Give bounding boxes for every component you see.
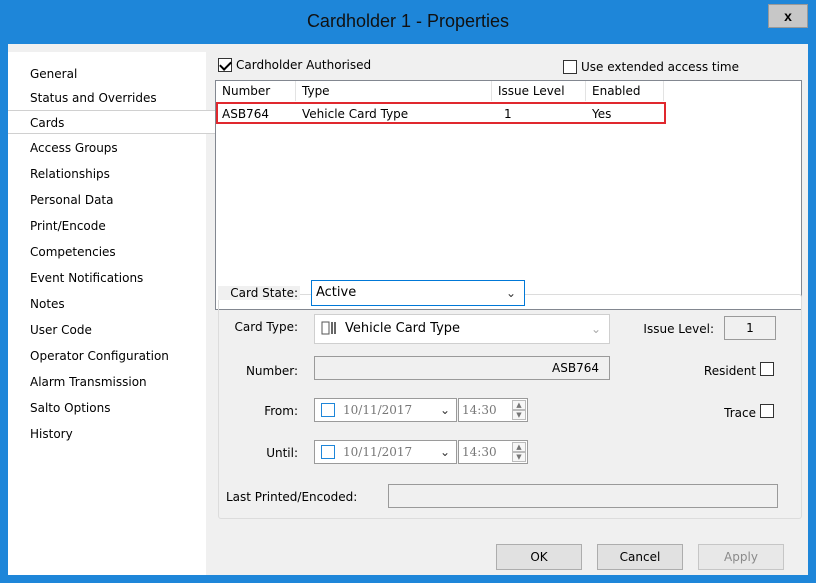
card-type-value: Vehicle Card Type bbox=[345, 321, 461, 336]
until-enable-checkbox[interactable] bbox=[321, 445, 335, 459]
from-enable-checkbox[interactable] bbox=[321, 403, 335, 417]
until-time-spinner[interactable]: 14:30 ▲ ▼ bbox=[458, 440, 528, 464]
issue-level-label: Issue Level: bbox=[643, 322, 714, 336]
sidebar-item-event-notifications[interactable]: Event Notifications bbox=[8, 266, 206, 290]
spin-up-icon[interactable]: ▲ bbox=[512, 442, 526, 452]
until-time-value: 14:30 bbox=[462, 445, 497, 459]
last-printed-field bbox=[388, 484, 778, 508]
extended-access-checkbox[interactable] bbox=[563, 60, 577, 74]
until-label: Until: bbox=[266, 446, 298, 460]
cell-enabled: Yes bbox=[592, 107, 612, 121]
cell-number: ASB764 bbox=[222, 107, 269, 121]
spin-up-icon[interactable]: ▲ bbox=[512, 400, 526, 410]
sidebar-item-print-encode[interactable]: Print/Encode bbox=[8, 214, 206, 238]
dialog-client-area: General Status and Overrides Cards Acces… bbox=[8, 44, 808, 575]
from-date-picker[interactable]: 10/11/2017 ⌄ bbox=[314, 398, 457, 422]
sidebar-item-competencies[interactable]: Competencies bbox=[8, 240, 206, 264]
close-button[interactable]: x bbox=[768, 4, 808, 28]
card-type-label: Card Type: bbox=[234, 320, 299, 334]
from-date-value: 10/11/2017 bbox=[343, 403, 413, 417]
card-state-value: Active bbox=[316, 285, 357, 300]
sidebar-nav: General Status and Overrides Cards Acces… bbox=[8, 52, 218, 575]
resident-checkbox[interactable] bbox=[760, 362, 774, 376]
until-date-picker[interactable]: 10/11/2017 ⌄ bbox=[314, 440, 457, 464]
sidebar-item-history[interactable]: History bbox=[8, 422, 206, 446]
cardholder-authorised-label: Cardholder Authorised bbox=[236, 58, 372, 72]
column-header-issue-level[interactable]: Issue Level bbox=[492, 81, 586, 101]
from-time-value: 14:30 bbox=[462, 403, 497, 417]
chevron-down-icon: ⌄ bbox=[439, 403, 450, 417]
sidebar-item-general[interactable]: General bbox=[8, 62, 206, 86]
card-state-dropdown[interactable]: Active ⌄ bbox=[311, 280, 525, 306]
number-label: Number: bbox=[245, 364, 298, 378]
sidebar-item-personal-data[interactable]: Personal Data bbox=[8, 188, 206, 212]
sidebar-item-alarm-transmission[interactable]: Alarm Transmission bbox=[8, 370, 206, 394]
sidebar-item-operator-configuration[interactable]: Operator Configuration bbox=[8, 344, 206, 368]
until-date-value: 10/11/2017 bbox=[343, 445, 413, 459]
table-row[interactable]: ASB764 Vehicle Card Type 1 Yes bbox=[216, 102, 666, 124]
from-time-spin-buttons[interactable]: ▲ ▼ bbox=[512, 400, 526, 420]
vehicle-card-icon bbox=[321, 321, 336, 335]
card-type-dropdown[interactable]: Vehicle Card Type ⌄ bbox=[314, 314, 610, 344]
until-time-spin-buttons[interactable]: ▲ ▼ bbox=[512, 442, 526, 462]
column-header-type[interactable]: Type bbox=[296, 81, 492, 101]
spin-down-icon[interactable]: ▼ bbox=[512, 410, 526, 420]
cardholder-authorised-checkbox[interactable] bbox=[218, 58, 232, 72]
from-time-spinner[interactable]: 14:30 ▲ ▼ bbox=[458, 398, 528, 422]
sidebar-item-notes[interactable]: Notes bbox=[8, 292, 206, 316]
window-title: Cardholder 1 - Properties bbox=[306, 11, 510, 31]
last-printed-label: Last Printed/Encoded: bbox=[226, 490, 358, 504]
ok-button[interactable]: OK bbox=[496, 544, 582, 570]
card-state-label: Card State: bbox=[218, 286, 300, 300]
chevron-down-icon: ⌄ bbox=[505, 286, 516, 300]
sidebar-item-user-code[interactable]: User Code bbox=[8, 318, 206, 342]
chevron-down-icon: ⌄ bbox=[590, 322, 601, 336]
from-label: From: bbox=[264, 404, 298, 418]
title-bar[interactable]: Cardholder 1 - Properties x bbox=[0, 0, 816, 44]
sidebar-item-cards[interactable]: Cards bbox=[8, 110, 218, 134]
cards-table[interactable]: Number Type Issue Level Enabled ASB764 V… bbox=[215, 80, 802, 310]
column-header-enabled[interactable]: Enabled bbox=[586, 81, 664, 101]
properties-window: Cardholder 1 - Properties x General Stat… bbox=[0, 0, 816, 583]
resident-label: Resident bbox=[703, 364, 756, 378]
cancel-button[interactable]: Cancel bbox=[597, 544, 683, 570]
chevron-down-icon: ⌄ bbox=[439, 445, 450, 459]
apply-button[interactable]: Apply bbox=[698, 544, 784, 570]
sidebar-item-salto-options[interactable]: Salto Options bbox=[8, 396, 206, 420]
trace-checkbox[interactable] bbox=[760, 404, 774, 418]
column-header-number[interactable]: Number bbox=[216, 81, 296, 101]
close-icon: x bbox=[784, 8, 792, 24]
cell-type: Vehicle Card Type bbox=[302, 107, 409, 121]
number-field: ASB764 bbox=[314, 356, 610, 380]
sidebar-item-status-and-overrides[interactable]: Status and Overrides bbox=[8, 86, 206, 110]
cell-issue-level: 1 bbox=[504, 107, 512, 121]
spin-down-icon[interactable]: ▼ bbox=[512, 452, 526, 462]
sidebar-item-relationships[interactable]: Relationships bbox=[8, 162, 206, 186]
extended-access-label: Use extended access time bbox=[581, 60, 739, 74]
issue-level-field: 1 bbox=[724, 316, 776, 340]
trace-label: Trace bbox=[724, 406, 756, 420]
sidebar-item-access-groups[interactable]: Access Groups bbox=[8, 136, 206, 160]
